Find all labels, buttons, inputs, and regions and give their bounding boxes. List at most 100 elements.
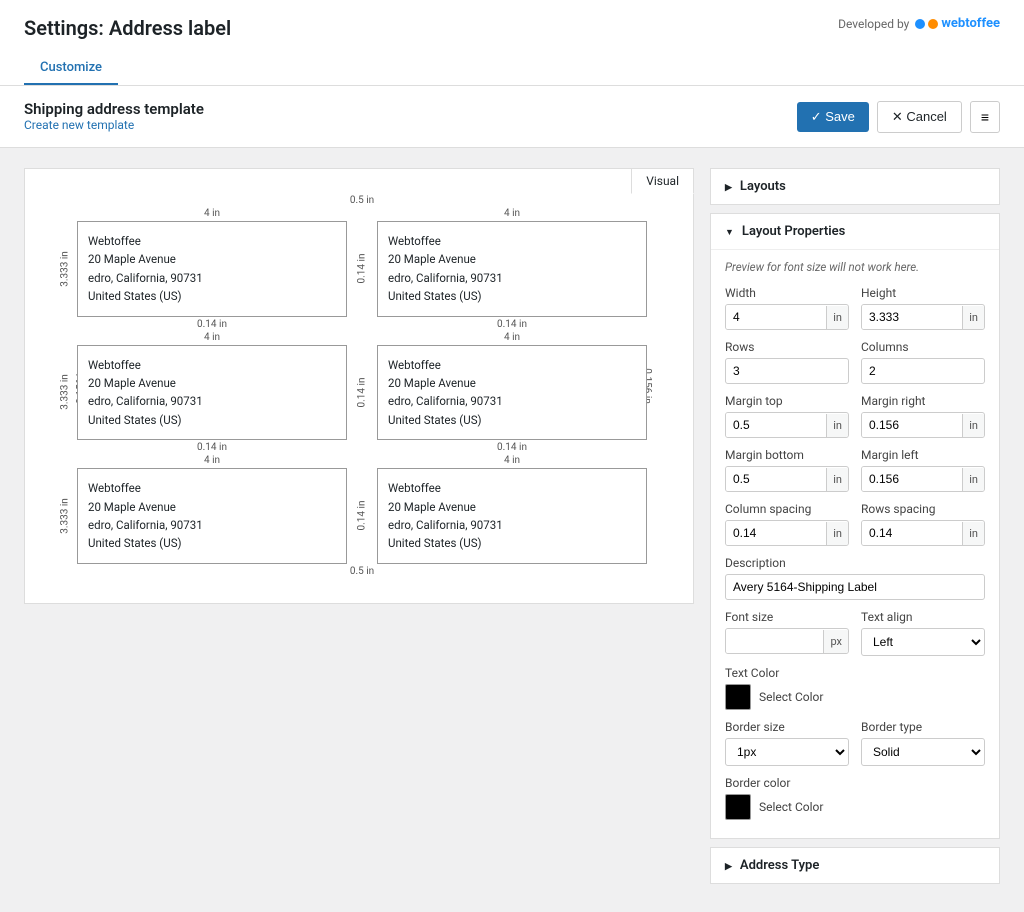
address-type-header[interactable]: Address Type <box>711 848 999 883</box>
section-actions: ✓ Save ✕ Cancel ≡ <box>797 101 1000 133</box>
font-size-unit: px <box>823 630 848 653</box>
tabs-bar: Customize <box>24 52 1000 85</box>
columns-label: Columns <box>861 340 985 354</box>
margin-left-input[interactable] <box>862 467 962 491</box>
row-2-col-2: Webtoffee 20 Maple Avenue edro, Californ… <box>377 345 647 441</box>
layout-props-section: Layout Properties Preview for font size … <box>710 213 1000 839</box>
margin-right-input[interactable] <box>862 413 962 437</box>
webtoffee-logo: webtoffee <box>915 16 1000 31</box>
height-input[interactable] <box>862 305 962 329</box>
margin-right-input-wrap: in <box>861 412 985 438</box>
margin-top-label: Margin top <box>725 394 849 408</box>
layout-props-body: Preview for font size will not work here… <box>711 249 999 838</box>
address-type-chevron-icon <box>725 858 732 873</box>
height-unit: in <box>962 306 984 329</box>
font-size-input[interactable] <box>726 629 823 653</box>
layouts-section: Layouts <box>710 168 1000 205</box>
right-panel: Layouts Layout Properties Preview for fo… <box>710 168 1000 892</box>
columns-input[interactable] <box>861 358 985 384</box>
margin-top-input[interactable] <box>726 413 826 437</box>
layout-props-header[interactable]: Layout Properties <box>711 214 999 249</box>
border-color-swatch[interactable] <box>725 794 751 820</box>
text-align-group: Text align Left Center Right <box>861 610 985 656</box>
visual-tab[interactable]: Visual <box>631 168 694 194</box>
dim-row1-left: 3.333 in <box>59 251 70 287</box>
rows-input[interactable] <box>725 358 849 384</box>
width-input[interactable] <box>726 305 826 329</box>
font-align-row: Font size px Text align Left Center <box>725 610 985 656</box>
cancel-button[interactable]: ✕ Cancel <box>877 101 962 133</box>
layouts-header[interactable]: Layouts <box>711 169 999 204</box>
margin-top-unit: in <box>826 414 848 437</box>
row-spacing-input[interactable] <box>862 521 962 545</box>
layouts-chevron-icon <box>725 179 732 194</box>
tab-customize[interactable]: Customize <box>24 52 118 85</box>
border-type-label: Border type <box>861 720 985 734</box>
col-spacing-input-wrap: in <box>725 520 849 546</box>
inter-col-3-label: 0.14 in <box>347 468 377 564</box>
row-3-top-labels: 4 in 4 in <box>77 455 647 468</box>
border-color-select-label[interactable]: Select Color <box>759 800 823 814</box>
menu-button[interactable]: ≡ <box>970 101 1000 133</box>
row-2: 4 in 4 in 3.333 in Webtoffee 20 Maple Av… <box>77 332 647 441</box>
col-spacing-group: Column spacing in <box>725 502 849 546</box>
border-color-group: Border color Select Color <box>725 776 985 820</box>
width-group: Width in <box>725 286 849 330</box>
text-align-select[interactable]: Left Center Right <box>861 628 985 656</box>
border-size-type-row: Border size 1px 2px 3px Border type Soli… <box>725 720 985 766</box>
section-title-group: Shipping address template Create new tem… <box>24 100 204 133</box>
dim-top-outer: 0.5 in <box>77 195 647 206</box>
rows-columns-row: Rows Columns <box>725 340 985 384</box>
description-input[interactable] <box>725 574 985 600</box>
margin-left-input-wrap: in <box>861 466 985 492</box>
between-row-2-3: 0.14 in 0.14 in <box>77 440 647 455</box>
margin-top-right-row: Margin top in Margin right in <box>725 394 985 438</box>
margin-left-label: Margin left <box>861 448 985 462</box>
row-spacing-unit: in <box>962 522 984 545</box>
row-1-col-2: Webtoffee 20 Maple Avenue edro, Californ… <box>377 221 647 317</box>
preview-area: Visual 0.5 in 0.156 in 0.156 in 4 in 4 i… <box>24 168 694 604</box>
border-type-select[interactable]: Solid Dashed Dotted <box>861 738 985 766</box>
label-cell-2-2: Webtoffee 20 Maple Avenue edro, Californ… <box>377 345 647 441</box>
row-2-col1-top: 4 in <box>77 332 347 345</box>
row-1-top-labels: 4 in 4 in <box>77 208 647 221</box>
border-size-select[interactable]: 1px 2px 3px <box>725 738 849 766</box>
main-content: Visual 0.5 in 0.156 in 0.156 in 4 in 4 i… <box>0 148 1024 912</box>
layout-props-title: Layout Properties <box>742 224 845 239</box>
label-cell-1-2: Webtoffee 20 Maple Avenue edro, Californ… <box>377 221 647 317</box>
dim-between-row-1-2-left: 0.14 in <box>77 317 347 332</box>
margin-bottom-left-row: Margin bottom in Margin left in <box>725 448 985 492</box>
height-label: Height <box>861 286 985 300</box>
text-color-select-label[interactable]: Select Color <box>759 690 823 704</box>
margin-bottom-input[interactable] <box>726 467 826 491</box>
label-cell-3-1: Webtoffee 20 Maple Avenue edro, Californ… <box>77 468 347 564</box>
text-color-swatch[interactable] <box>725 684 751 710</box>
create-template-link[interactable]: Create new template <box>24 118 134 132</box>
height-input-wrap: in <box>861 304 985 330</box>
width-height-row: Width in Height in <box>725 286 985 330</box>
row-2-col-1: Webtoffee 20 Maple Avenue edro, Californ… <box>77 345 347 441</box>
margin-bottom-unit: in <box>826 468 848 491</box>
row-3: 4 in 4 in 3.333 in Webtoffee 20 Maple Av… <box>77 455 647 564</box>
text-align-label: Text align <box>861 610 985 624</box>
width-label: Width <box>725 286 849 300</box>
row-1-cells: 3.333 in Webtoffee 20 Maple Avenue edro,… <box>77 221 647 317</box>
dim-between-row-2-3-left: 0.14 in <box>77 440 347 455</box>
row-1: 4 in 4 in 3.333 in Webtoffee 20 Maple Av… <box>77 208 647 317</box>
font-size-label: Font size <box>725 610 849 624</box>
row-2-top-labels: 4 in 4 in <box>77 332 647 345</box>
text-color-group: Text Color Select Color <box>725 666 985 710</box>
col-spacing-unit: in <box>826 522 848 545</box>
col-spacing-input[interactable] <box>726 521 826 545</box>
margin-right-group: Margin right in <box>861 394 985 438</box>
columns-group: Columns <box>861 340 985 384</box>
dim-bottom-outer: 0.5 in <box>77 566 647 577</box>
dim-row3-left: 3.333 in <box>59 498 70 534</box>
save-button[interactable]: ✓ Save <box>797 102 869 132</box>
font-size-input-wrap: px <box>725 628 849 654</box>
section-title: Shipping address template <box>24 100 204 118</box>
app-header: Settings: Address label Developed by web… <box>0 0 1024 86</box>
notice-text: Preview for font size will not work here… <box>725 260 985 274</box>
label-cell-2-1: Webtoffee 20 Maple Avenue edro, Californ… <box>77 345 347 441</box>
margin-right-label: Margin right <box>861 394 985 408</box>
